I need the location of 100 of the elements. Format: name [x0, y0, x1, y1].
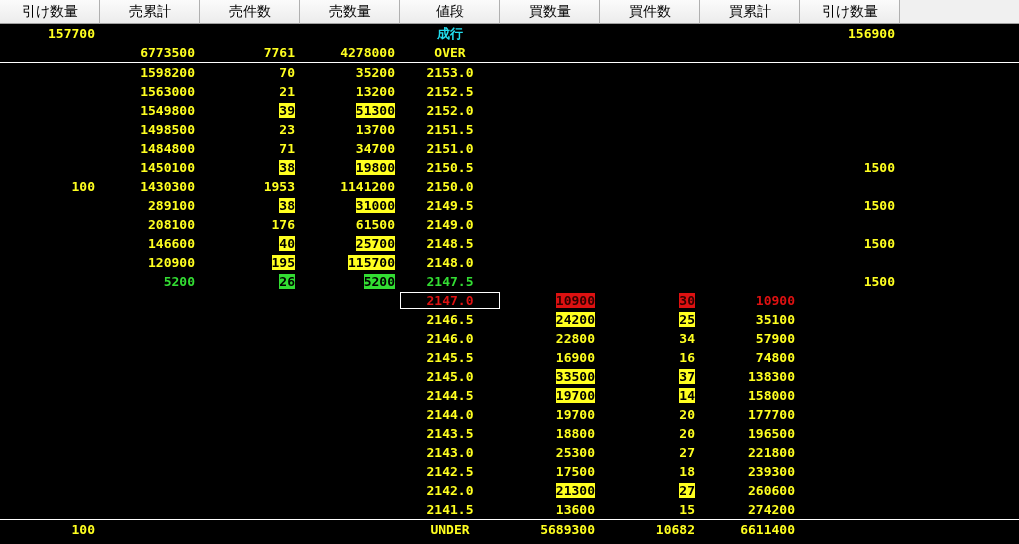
table-cell: 2152.5	[426, 84, 474, 99]
table-cell: 成行	[437, 26, 463, 41]
table-cell: 26	[279, 274, 295, 289]
table-cell: 51300	[355, 103, 395, 118]
table-cell: 2147.0	[426, 293, 474, 308]
table-cell: 2148.5	[426, 236, 474, 251]
table-cell: 2153.0	[426, 65, 474, 80]
table-cell: 16900	[555, 350, 595, 365]
table-cell: 18	[679, 464, 695, 479]
table-cell: 146600	[148, 236, 195, 251]
table-cell: 2142.5	[426, 464, 474, 479]
table-cell: 35200	[355, 65, 395, 80]
table-cell: UNDER	[430, 522, 470, 537]
table-cell: 100	[71, 179, 95, 194]
table-cell: 30	[679, 293, 695, 308]
table-cell: 27	[679, 483, 695, 498]
table-cell: 2141.5	[426, 502, 474, 517]
table-cell: 1500	[863, 198, 895, 213]
column-header: 買数量	[500, 0, 600, 24]
table-cell: 19800	[355, 160, 395, 175]
table-cell: 115700	[348, 255, 395, 270]
column-header: 買累計	[700, 0, 800, 24]
table-cell: 289100	[148, 198, 195, 213]
table-cell: 18800	[555, 426, 595, 441]
table-cell: 1484800	[140, 141, 195, 156]
table-cell: 16	[679, 350, 695, 365]
table-cell: 1563000	[140, 84, 195, 99]
table-cell: 23	[279, 122, 295, 137]
table-cell: 21	[279, 84, 295, 99]
table-cell: OVER	[434, 45, 466, 60]
table-cell: 2150.5	[426, 160, 474, 175]
table-cell: 2149.5	[426, 198, 474, 213]
table-cell: 37	[679, 369, 695, 384]
table-cell: 2145.5	[426, 350, 474, 365]
table-cell: 176	[271, 217, 295, 232]
table-cell: 100	[71, 522, 95, 537]
table-cell: 14	[679, 388, 695, 403]
table-cell: 13600	[555, 502, 595, 517]
table-cell: 1500	[863, 236, 895, 251]
table-cell: 35100	[755, 312, 795, 327]
column-header: 売累計	[100, 0, 200, 24]
table-cell: 31000	[355, 198, 395, 213]
table-cell: 39	[279, 103, 295, 118]
table-cell: 34	[679, 331, 695, 346]
column-header: 引け数量	[800, 0, 900, 24]
table-cell: 2144.0	[426, 407, 474, 422]
table-cell: 70	[279, 65, 295, 80]
table-cell: 10900	[755, 293, 795, 308]
table-cell: 57900	[755, 331, 795, 346]
table-cell: 120900	[148, 255, 195, 270]
table-cell: 196500	[748, 426, 795, 441]
table-cell: 195	[271, 255, 295, 270]
table-cell: 13700	[355, 122, 395, 137]
table-cell: 22800	[555, 331, 595, 346]
table-cell: 274200	[748, 502, 795, 517]
table-cell: 156900	[848, 26, 895, 41]
table-cell: 1549800	[140, 103, 195, 118]
table-cell: 1498500	[140, 122, 195, 137]
table-cell: 33500	[555, 369, 595, 384]
table-cell: 40	[279, 236, 295, 251]
table-cell: 38	[279, 198, 295, 213]
table-cell: 25	[679, 312, 695, 327]
table-cell: 13200	[355, 84, 395, 99]
table-cell: 5689300	[540, 522, 595, 537]
table-cell: 2146.0	[426, 331, 474, 346]
table-cell: 6611400	[740, 522, 795, 537]
table-cell: 2143.0	[426, 445, 474, 460]
table-cell: 239300	[748, 464, 795, 479]
table-cell: 4278000	[340, 45, 395, 60]
table-cell: 2142.0	[426, 483, 474, 498]
table-cell: 1141200	[340, 179, 395, 194]
table-cell: 2144.5	[426, 388, 474, 403]
table-cell: 260600	[748, 483, 795, 498]
column-header: 売数量	[300, 0, 400, 24]
table-cell: 25300	[555, 445, 595, 460]
table-cell: 1450100	[140, 160, 195, 175]
column-header: 引け数量	[0, 0, 100, 24]
table-cell: 10900	[555, 293, 595, 308]
table-cell: 19700	[555, 407, 595, 422]
column-header: 値段	[400, 0, 500, 24]
table-cell: 221800	[748, 445, 795, 460]
table-cell: 5200	[363, 274, 395, 289]
table-cell: 20	[679, 407, 695, 422]
table-cell: 177700	[748, 407, 795, 422]
table-cell: 2145.0	[426, 369, 474, 384]
table-cell: 61500	[355, 217, 395, 232]
table-cell: 20	[679, 426, 695, 441]
table-cell: 2149.0	[426, 217, 474, 232]
table-cell: 21300	[555, 483, 595, 498]
table-cell: 34700	[355, 141, 395, 156]
column-header: 買件数	[600, 0, 700, 24]
table-cell: 5200	[163, 274, 195, 289]
table-cell: 1500	[863, 274, 895, 289]
table-cell: 2150.0	[426, 179, 474, 194]
table-cell: 1430300	[140, 179, 195, 194]
table-cell: 2151.5	[426, 122, 474, 137]
table-cell: 74800	[755, 350, 795, 365]
table-cell: 10682	[655, 522, 695, 537]
table-cell: 2147.5	[426, 274, 474, 289]
table-cell: 6773500	[140, 45, 195, 60]
